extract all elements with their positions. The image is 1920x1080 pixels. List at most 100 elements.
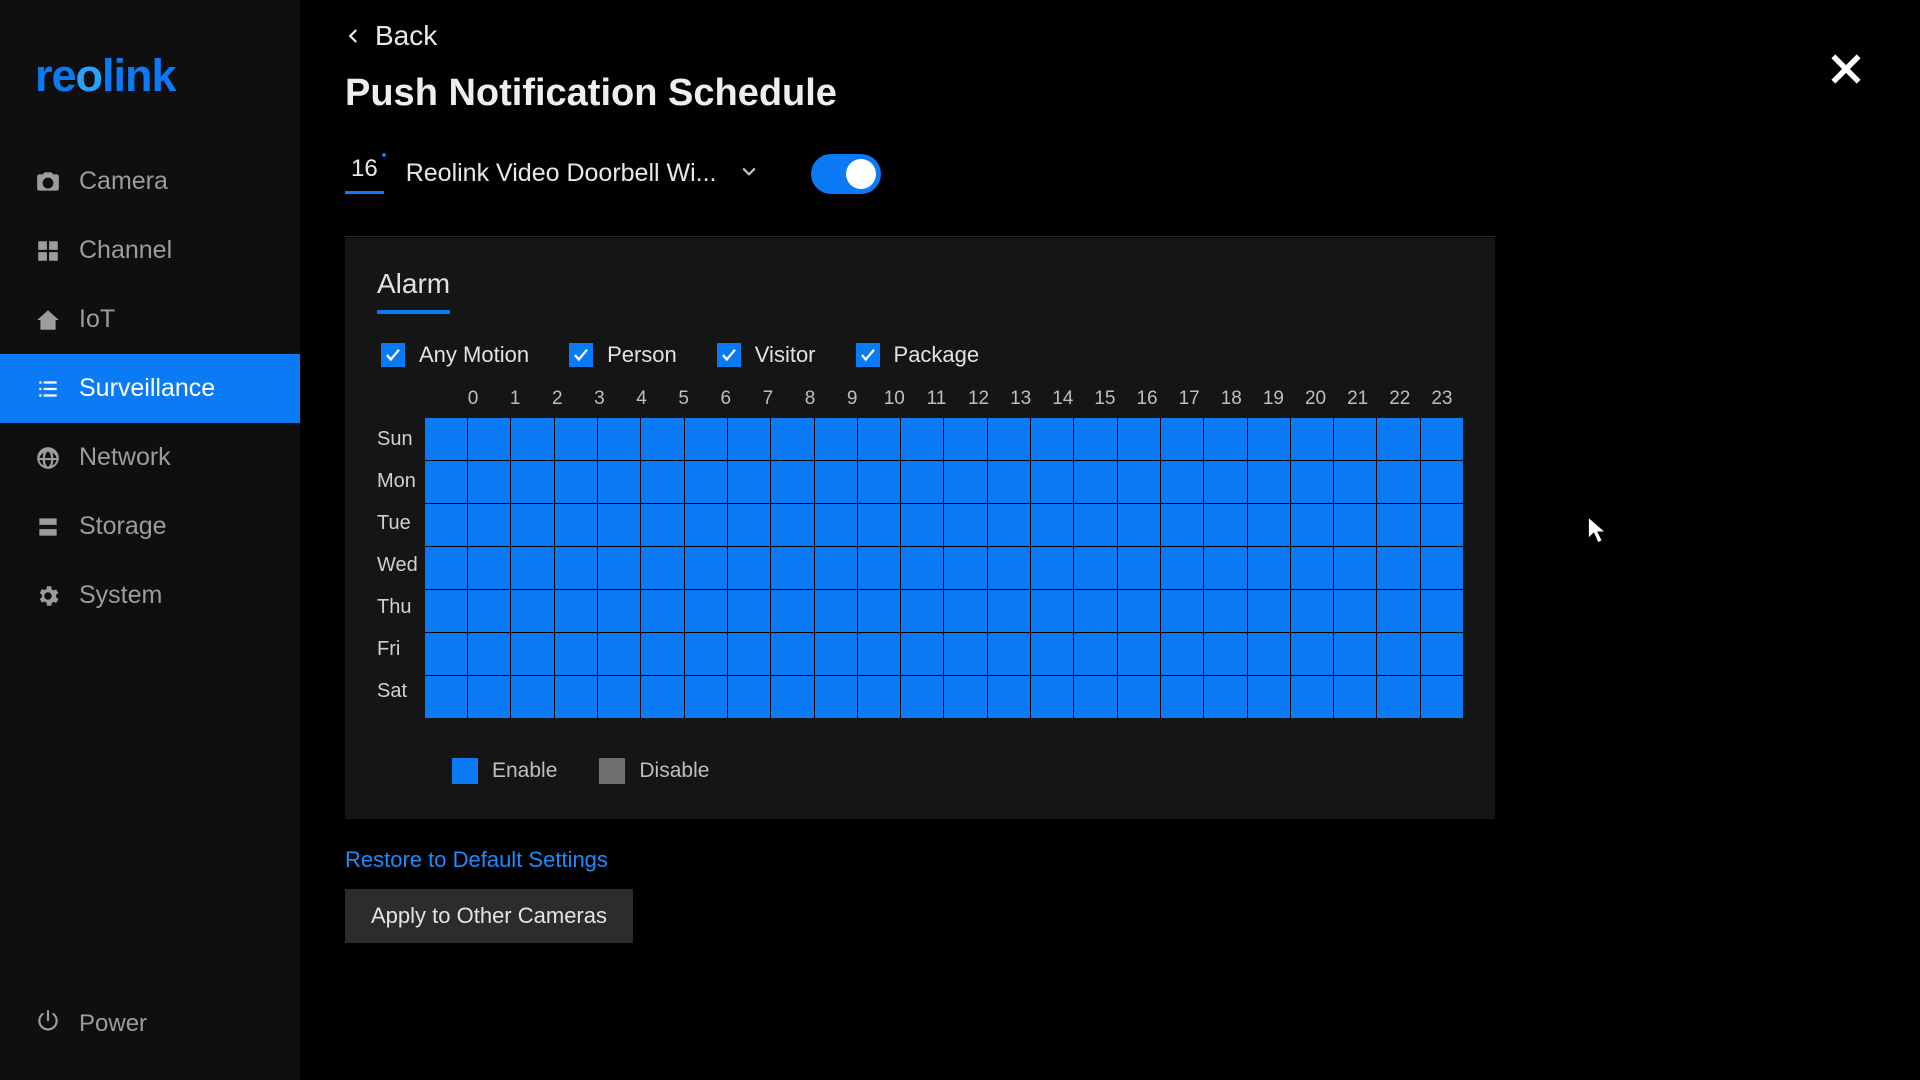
schedule-cell[interactable] bbox=[1074, 676, 1116, 718]
sidebar-item-channel[interactable]: Channel bbox=[0, 216, 300, 285]
schedule-cell[interactable] bbox=[1377, 633, 1419, 675]
schedule-cell[interactable] bbox=[771, 633, 813, 675]
schedule-cell[interactable] bbox=[685, 547, 727, 589]
schedule-cell[interactable] bbox=[1421, 547, 1463, 589]
schedule-cell[interactable] bbox=[1377, 504, 1419, 546]
schedule-cell[interactable] bbox=[1334, 418, 1376, 460]
schedule-cells[interactable] bbox=[425, 418, 1463, 718]
schedule-cell[interactable] bbox=[901, 633, 943, 675]
schedule-cell[interactable] bbox=[468, 547, 510, 589]
schedule-cell[interactable] bbox=[1161, 504, 1203, 546]
schedule-cell[interactable] bbox=[1334, 547, 1376, 589]
schedule-cell[interactable] bbox=[468, 504, 510, 546]
schedule-cell[interactable] bbox=[1074, 633, 1116, 675]
check-any-motion[interactable]: Any Motion bbox=[381, 342, 529, 368]
schedule-cell[interactable] bbox=[1248, 633, 1290, 675]
schedule-cell[interactable] bbox=[815, 633, 857, 675]
schedule-cell[interactable] bbox=[728, 590, 770, 632]
schedule-cell[interactable] bbox=[771, 676, 813, 718]
schedule-cell[interactable] bbox=[901, 461, 943, 503]
schedule-cell[interactable] bbox=[1291, 504, 1333, 546]
schedule-cell[interactable] bbox=[1334, 504, 1376, 546]
sidebar-item-network[interactable]: Network bbox=[0, 423, 300, 492]
schedule-cell[interactable] bbox=[555, 418, 597, 460]
schedule-cell[interactable] bbox=[1161, 676, 1203, 718]
schedule-cell[interactable] bbox=[771, 418, 813, 460]
schedule-cell[interactable] bbox=[555, 590, 597, 632]
schedule-cell[interactable] bbox=[944, 504, 986, 546]
schedule-cell[interactable] bbox=[598, 590, 640, 632]
schedule-cell[interactable] bbox=[425, 418, 467, 460]
schedule-cell[interactable] bbox=[1291, 590, 1333, 632]
schedule-cell[interactable] bbox=[641, 547, 683, 589]
schedule-cell[interactable] bbox=[901, 676, 943, 718]
schedule-cell[interactable] bbox=[425, 547, 467, 589]
schedule-cell[interactable] bbox=[1421, 461, 1463, 503]
schedule-cell[interactable] bbox=[1248, 461, 1290, 503]
sidebar-item-iot[interactable]: IoT bbox=[0, 285, 300, 354]
schedule-cell[interactable] bbox=[555, 547, 597, 589]
schedule-cell[interactable] bbox=[1334, 461, 1376, 503]
schedule-cell[interactable] bbox=[555, 633, 597, 675]
schedule-cell[interactable] bbox=[1204, 547, 1246, 589]
schedule-cell[interactable] bbox=[858, 418, 900, 460]
schedule-cell[interactable] bbox=[1161, 461, 1203, 503]
schedule-cell[interactable] bbox=[598, 461, 640, 503]
schedule-cell[interactable] bbox=[1031, 461, 1073, 503]
schedule-cell[interactable] bbox=[988, 418, 1030, 460]
schedule-cell[interactable] bbox=[728, 418, 770, 460]
schedule-cell[interactable] bbox=[1204, 590, 1246, 632]
schedule-cell[interactable] bbox=[1248, 418, 1290, 460]
schedule-cell[interactable] bbox=[1161, 590, 1203, 632]
schedule-cell[interactable] bbox=[598, 676, 640, 718]
schedule-cell[interactable] bbox=[901, 418, 943, 460]
schedule-cell[interactable] bbox=[815, 418, 857, 460]
schedule-cell[interactable] bbox=[1377, 418, 1419, 460]
schedule-cell[interactable] bbox=[685, 504, 727, 546]
schedule-cell[interactable] bbox=[1161, 633, 1203, 675]
schedule-cell[interactable] bbox=[1074, 547, 1116, 589]
schedule-cell[interactable] bbox=[1421, 676, 1463, 718]
schedule-cell[interactable] bbox=[1074, 504, 1116, 546]
schedule-cell[interactable] bbox=[1031, 547, 1073, 589]
apply-to-other-cameras-button[interactable]: Apply to Other Cameras bbox=[345, 889, 633, 943]
schedule-cell[interactable] bbox=[988, 676, 1030, 718]
schedule-cell[interactable] bbox=[1248, 590, 1290, 632]
schedule-cell[interactable] bbox=[728, 504, 770, 546]
schedule-cell[interactable] bbox=[1031, 418, 1073, 460]
schedule-cell[interactable] bbox=[728, 461, 770, 503]
restore-defaults-link[interactable]: Restore to Default Settings bbox=[345, 847, 1890, 873]
schedule-cell[interactable] bbox=[511, 633, 553, 675]
schedule-cell[interactable] bbox=[1334, 676, 1376, 718]
schedule-cell[interactable] bbox=[685, 461, 727, 503]
schedule-cell[interactable] bbox=[858, 676, 900, 718]
schedule-cell[interactable] bbox=[468, 590, 510, 632]
tab-alarm[interactable]: Alarm bbox=[377, 268, 450, 314]
schedule-cell[interactable] bbox=[1204, 676, 1246, 718]
schedule-cell[interactable] bbox=[468, 461, 510, 503]
sidebar-item-system[interactable]: System bbox=[0, 561, 300, 630]
schedule-cell[interactable] bbox=[425, 461, 467, 503]
schedule-cell[interactable] bbox=[511, 676, 553, 718]
schedule-cell[interactable] bbox=[1377, 590, 1419, 632]
schedule-cell[interactable] bbox=[1248, 547, 1290, 589]
schedule-cell[interactable] bbox=[425, 633, 467, 675]
schedule-cell[interactable] bbox=[988, 633, 1030, 675]
schedule-cell[interactable] bbox=[944, 547, 986, 589]
schedule-cell[interactable] bbox=[944, 461, 986, 503]
schedule-cell[interactable] bbox=[815, 504, 857, 546]
schedule-cell[interactable] bbox=[1118, 676, 1160, 718]
sidebar-item-surveillance[interactable]: Surveillance bbox=[0, 354, 300, 423]
schedule-cell[interactable] bbox=[1031, 633, 1073, 675]
schedule-cell[interactable] bbox=[1291, 547, 1333, 589]
schedule-cell[interactable] bbox=[1291, 633, 1333, 675]
schedule-cell[interactable] bbox=[598, 418, 640, 460]
schedule-cell[interactable] bbox=[1334, 590, 1376, 632]
schedule-cell[interactable] bbox=[944, 633, 986, 675]
schedule-cell[interactable] bbox=[771, 504, 813, 546]
schedule-cell[interactable] bbox=[685, 590, 727, 632]
device-toggle[interactable] bbox=[811, 154, 881, 194]
schedule-cell[interactable] bbox=[1118, 547, 1160, 589]
schedule-cell[interactable] bbox=[511, 461, 553, 503]
schedule-cell[interactable] bbox=[1377, 461, 1419, 503]
